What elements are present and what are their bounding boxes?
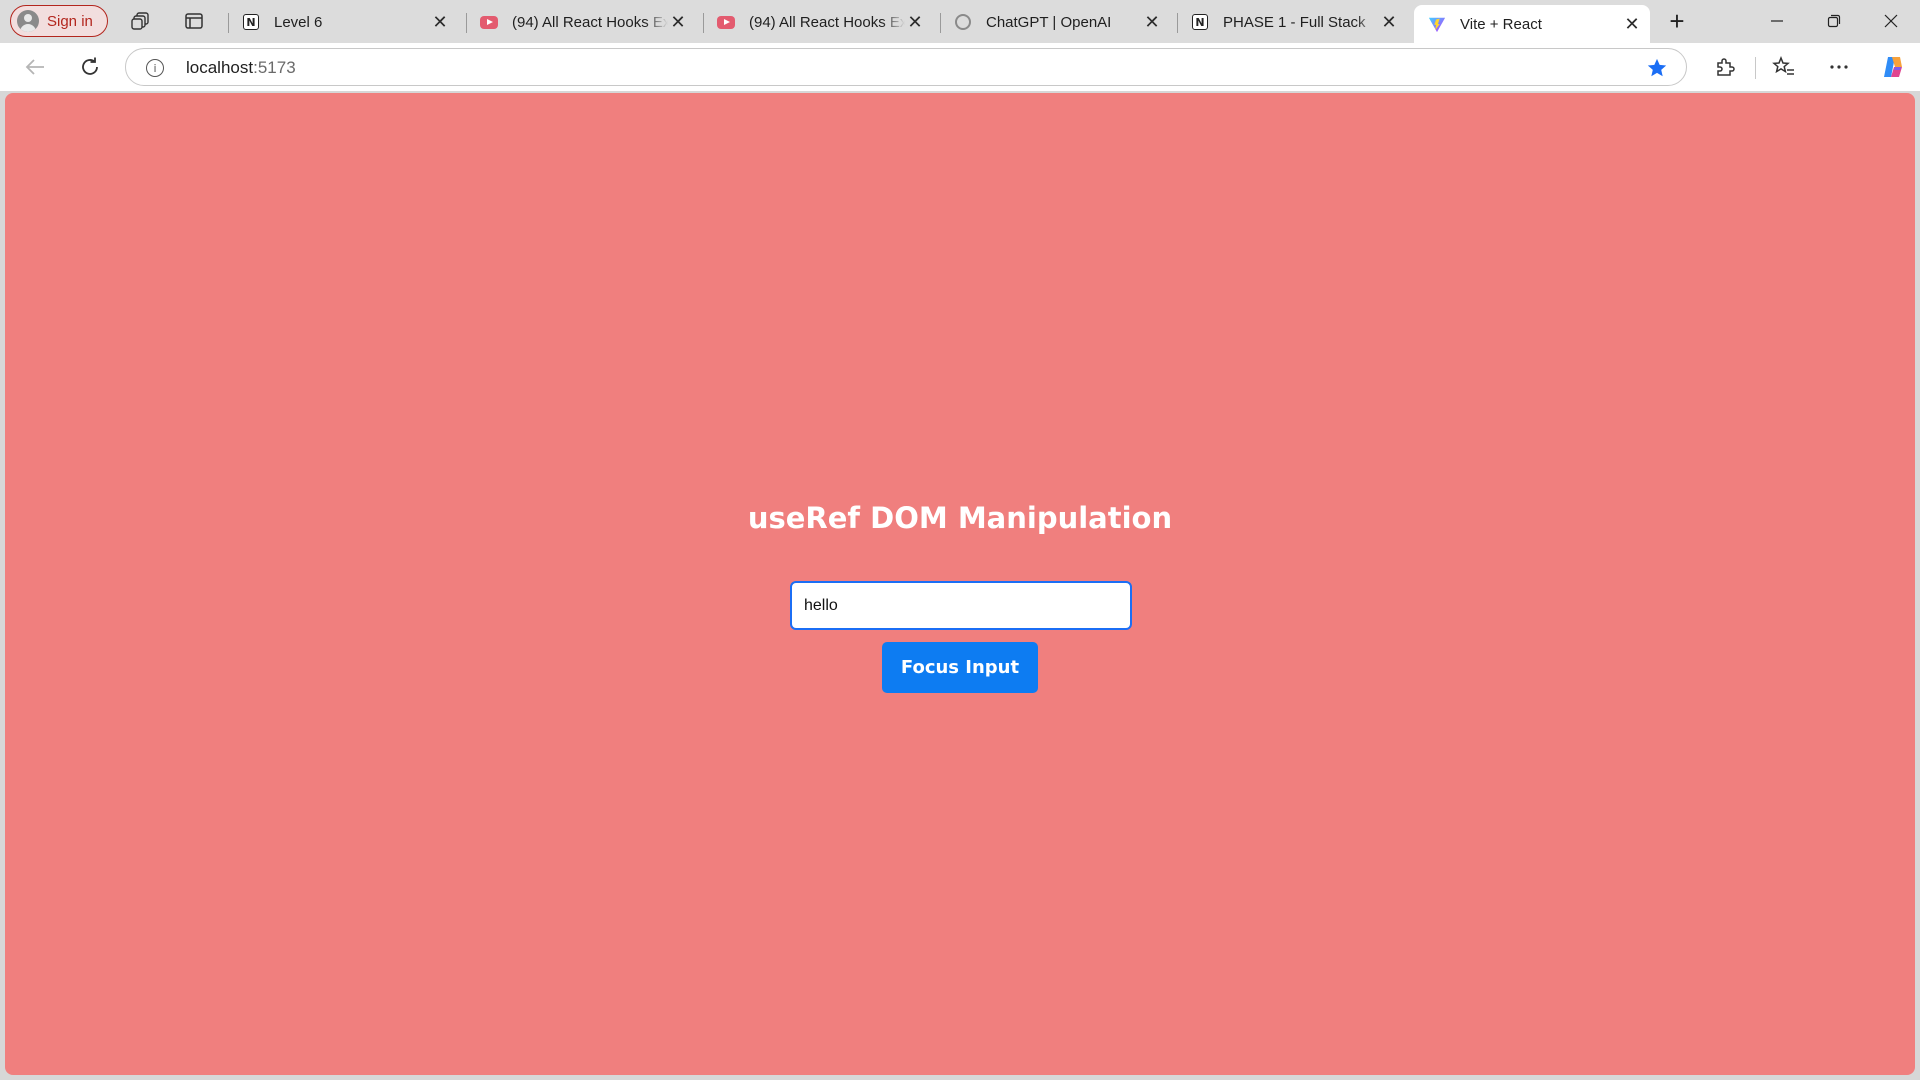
tab-react-hooks-2[interactable]: (94) All React Hooks Exp ✕ (703, 5, 933, 39)
tab-separator (228, 13, 229, 33)
reload-icon (82, 57, 98, 75)
url-port: :5173 (253, 58, 296, 77)
close-icon[interactable]: ✕ (905, 12, 925, 32)
toolbar-divider (1755, 57, 1756, 79)
tab-separator (466, 13, 467, 33)
vite-icon (1428, 15, 1446, 33)
tab-separator (1177, 13, 1178, 33)
close-icon[interactable]: ✕ (430, 12, 450, 32)
copilot-button[interactable] (1880, 54, 1906, 80)
favorite-star-icon[interactable] (1646, 57, 1668, 79)
openai-icon (954, 13, 972, 31)
tab-react-hooks-1[interactable]: (94) All React Hooks Exp ✕ (466, 5, 696, 39)
url-text[interactable]: localhost:5173 (186, 58, 296, 78)
tab-separator (703, 13, 704, 33)
tab-separator (940, 13, 941, 33)
tab-phase-1[interactable]: N PHASE 1 - Full Stack ✕ (1177, 5, 1407, 39)
new-tab-button[interactable]: + (1664, 8, 1690, 35)
page-viewport: useRef DOM Manipulation Focus Input (5, 93, 1915, 1075)
workspaces-icon[interactable] (129, 9, 153, 33)
text-input[interactable] (790, 581, 1132, 630)
notion-icon: N (242, 13, 260, 31)
tab-title: PHASE 1 - Full Stack (1223, 13, 1366, 31)
focus-input-button[interactable]: Focus Input (882, 642, 1038, 693)
tab-title: Vite + React (1460, 15, 1542, 33)
notion-icon: N (1191, 13, 1209, 31)
tab-title: Level 6 (274, 13, 323, 31)
close-icon[interactable]: ✕ (1142, 12, 1162, 32)
tab-title: (94) All React Hooks Exp (512, 13, 668, 31)
sign-in-label: Sign in (47, 12, 93, 30)
tab-vite-react[interactable]: Vite + React ✕ (1414, 5, 1650, 43)
restore-button[interactable] (1814, 8, 1854, 34)
profile-avatar-icon (17, 10, 39, 32)
back-button[interactable] (21, 53, 49, 81)
favorites-list-icon (1772, 56, 1794, 75)
tab-title: ChatGPT | OpenAI (986, 13, 1112, 31)
tab-title: (94) All React Hooks Exp (749, 13, 905, 31)
close-icon (1884, 14, 1898, 28)
address-bar[interactable]: i localhost:5173 (125, 48, 1687, 86)
back-arrow-icon (25, 59, 44, 75)
settings-menu-button[interactable] (1826, 54, 1852, 80)
restore-icon (1827, 14, 1841, 28)
tab-level-6[interactable]: N Level 6 ✕ (228, 5, 458, 39)
tab-actions-icon[interactable] (182, 9, 206, 33)
sign-in-button[interactable]: Sign in (10, 5, 108, 37)
more-dots-icon (1830, 65, 1848, 69)
minimize-icon (1771, 20, 1783, 22)
copilot-icon (1884, 57, 1902, 77)
close-icon[interactable]: ✕ (668, 12, 688, 32)
site-info-icon[interactable]: i (146, 59, 164, 77)
youtube-icon (480, 13, 498, 31)
extensions-button[interactable] (1712, 54, 1738, 80)
close-icon[interactable]: ✕ (1379, 12, 1399, 32)
youtube-icon (717, 13, 735, 31)
page-title: useRef DOM Manipulation (747, 501, 1173, 535)
puzzle-icon (1717, 58, 1735, 76)
browser-toolbar: i localhost:5173 (0, 43, 1920, 91)
url-host: localhost (186, 58, 254, 77)
close-icon[interactable]: ✕ (1622, 14, 1642, 34)
window-close-button[interactable] (1871, 8, 1911, 34)
minimize-button[interactable] (1757, 8, 1797, 34)
favorites-button[interactable] (1771, 54, 1797, 80)
tab-strip: Sign in N Level 6 ✕ (94) All React Hooks… (0, 0, 1920, 43)
reload-button[interactable] (76, 53, 104, 81)
tab-chatgpt[interactable]: ChatGPT | OpenAI ✕ (940, 5, 1170, 39)
